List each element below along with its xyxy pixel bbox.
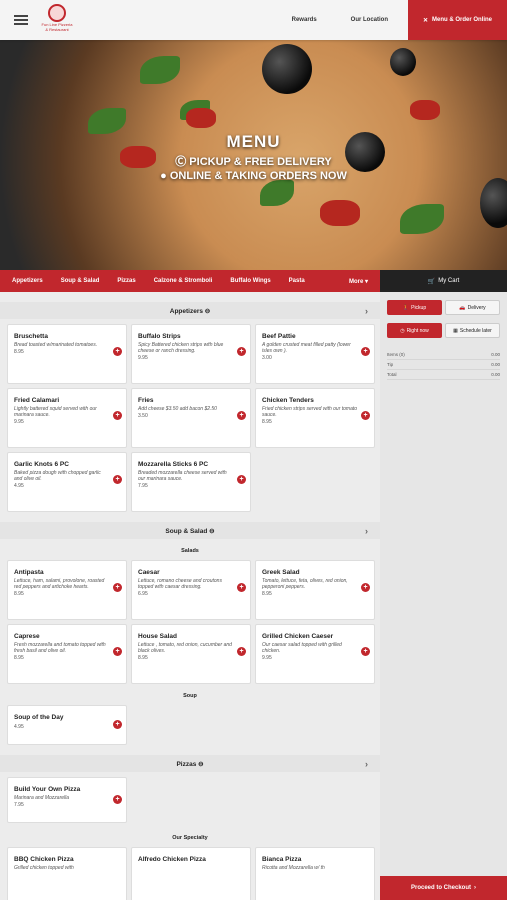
add-icon[interactable]: +: [237, 347, 246, 356]
add-icon[interactable]: +: [113, 647, 122, 656]
delivery-toggle[interactable]: 🚗 Delivery: [445, 300, 500, 315]
menu-icon[interactable]: [14, 15, 28, 25]
rewards-link[interactable]: Rewards: [292, 17, 317, 23]
add-icon[interactable]: +: [237, 583, 246, 592]
menu-item-card[interactable]: Buffalo Strips Spicy Battered chicken str…: [131, 324, 251, 384]
menu-item-card[interactable]: Mozzarella Sticks 6 PC Breaded mozzarella…: [131, 452, 251, 512]
chevron-right-icon: ›: [365, 525, 368, 536]
calendar-icon: ▦: [453, 327, 458, 334]
add-icon[interactable]: +: [113, 583, 122, 592]
add-icon[interactable]: +: [361, 583, 370, 592]
right-now-toggle[interactable]: ◷ Right now: [387, 323, 442, 338]
menu-item-card[interactable]: Bianca Pizza Ricotta and Mozzarella w/ th: [255, 847, 375, 900]
menu-item-card[interactable]: Greek Salad Tomato, lettuce, feta, olives…: [255, 560, 375, 620]
cart-sidebar: 🚶 Pickup 🚗 Delivery ◷ Right now ▦ Schedule l…: [380, 292, 507, 900]
nav-appetizers[interactable]: Appetizers: [12, 278, 43, 284]
car-icon: 🚗: [459, 304, 466, 311]
menu-item-card[interactable]: Build Your Own Pizza Marinara and Mozzare…: [7, 777, 127, 823]
add-icon[interactable]: +: [113, 720, 122, 729]
olive-image: [390, 48, 416, 76]
cart-icon: 🛒: [427, 278, 436, 285]
chevron-right-icon: ›: [365, 305, 368, 316]
olive-image: [480, 178, 507, 228]
restaurant-logo[interactable]: Fun Line Pizzeria & Restaurant: [40, 4, 74, 36]
add-icon[interactable]: +: [237, 475, 246, 484]
menu-item-card[interactable]: Caesar Lettuce, romano cheese and crouton…: [131, 560, 251, 620]
basil-image: [400, 204, 444, 234]
nav-calzone[interactable]: Calzone & Stromboli: [154, 278, 213, 284]
hero-line-2: ● ONLINE & TAKING ORDERS NOW: [160, 170, 347, 182]
nav-soup-salad[interactable]: Soup & Salad: [61, 278, 100, 284]
add-icon[interactable]: +: [361, 411, 370, 420]
subheading-specialty: Our Specialty: [172, 835, 208, 841]
schedule-later-toggle[interactable]: ▦ Schedule later: [445, 323, 500, 338]
hero-line-1: Ⓒ PICKUP & FREE DELIVERY: [175, 156, 332, 168]
nav-wings[interactable]: Buffalo Wings: [230, 278, 270, 284]
menu-item-card[interactable]: Bruschetta Bread toasted w/marinated toma…: [7, 324, 127, 384]
menu-item-card[interactable]: House Salad Lettuce , tomato, red onion, …: [131, 624, 251, 684]
section-header-appetizers[interactable]: Appetizers ⊖ ›: [0, 302, 380, 319]
utensils-icon: ✕: [422, 17, 428, 24]
nav-more[interactable]: More ▾: [349, 278, 368, 285]
nav-pasta[interactable]: Pasta: [289, 278, 305, 284]
menu-item-card[interactable]: Alfredo Chicken Pizza: [131, 847, 251, 900]
walking-icon: 🚶: [402, 304, 410, 311]
proceed-to-checkout-button[interactable]: Proceed to Checkout ›: [380, 876, 507, 900]
menu-item-card[interactable]: Grilled Chicken Caeser Our caesar salad t…: [255, 624, 375, 684]
basil-image: [260, 180, 294, 206]
tomato-image: [410, 100, 440, 120]
tomato-image: [186, 108, 216, 128]
tomato-image: [320, 200, 360, 226]
menu-item-card[interactable]: Garlic Knots 6 PC Baked pizza dough with …: [7, 452, 127, 512]
order-totals: Items (0) 0.00 Tip 0.00 Total 0.00: [387, 350, 500, 380]
menu-item-card[interactable]: Soup of the Day 4.95 +: [7, 705, 127, 745]
add-icon[interactable]: +: [237, 411, 246, 420]
order-online-button[interactable]: ✕ Menu & Order Online: [408, 0, 507, 40]
menu-item-card[interactable]: Chicken Tenders Fried chicken strips serv…: [255, 388, 375, 448]
menu-item-card[interactable]: Caprese Fresh mozzarella and tomato toppe…: [7, 624, 127, 684]
nav-pizzas[interactable]: Pizzas: [117, 278, 135, 284]
category-nav: Appetizers Soup & Salad Pizzas Calzone &…: [0, 270, 380, 292]
clock-icon: ◷: [400, 327, 405, 334]
basil-image: [88, 108, 126, 134]
add-icon[interactable]: +: [361, 647, 370, 656]
menu-content: Appetizers ⊖ › Bruschetta Bread toasted w/…: [0, 292, 380, 900]
chevron-right-icon: ›: [474, 885, 476, 891]
olive-image: [262, 44, 312, 94]
add-icon[interactable]: +: [237, 647, 246, 656]
my-cart-bar[interactable]: 🛒 My Cart: [380, 270, 507, 292]
location-link[interactable]: Our Location: [351, 17, 388, 23]
add-icon[interactable]: +: [113, 475, 122, 484]
section-header-soup-salad[interactable]: Soup & Salad ⊖ ›: [0, 522, 380, 539]
subheading-salads: Salads: [181, 548, 199, 554]
menu-item-card[interactable]: Antipasta Lettuce, ham, salami, provolone…: [7, 560, 127, 620]
top-header: Fun Line Pizzeria & Restaurant Rewards O…: [0, 0, 507, 40]
subheading-soup: Soup: [183, 693, 197, 699]
menu-item-card[interactable]: BBQ Chicken Pizza Grilled chicken topped …: [7, 847, 127, 900]
add-icon[interactable]: +: [113, 347, 122, 356]
menu-item-card[interactable]: Beef Pattie A golden crusted meat filled …: [255, 324, 375, 384]
chevron-right-icon: ›: [365, 758, 368, 769]
add-icon[interactable]: +: [113, 411, 122, 420]
hero-banner: MENU Ⓒ PICKUP & FREE DELIVERY ● ONLINE &…: [0, 40, 507, 270]
pickup-toggle[interactable]: 🚶 Pickup: [387, 300, 442, 315]
add-icon[interactable]: +: [361, 347, 370, 356]
menu-item-card[interactable]: Fried Calamari Lightly battered squid ser…: [7, 388, 127, 448]
section-header-pizzas[interactable]: Pizzas ⊖ ›: [0, 755, 380, 772]
basil-image: [140, 56, 180, 84]
add-icon[interactable]: +: [113, 795, 122, 804]
menu-item-card[interactable]: Fries Add cheese $3.50 add bacon $2.50 3.5…: [131, 388, 251, 448]
hero-title: MENU: [226, 132, 281, 151]
